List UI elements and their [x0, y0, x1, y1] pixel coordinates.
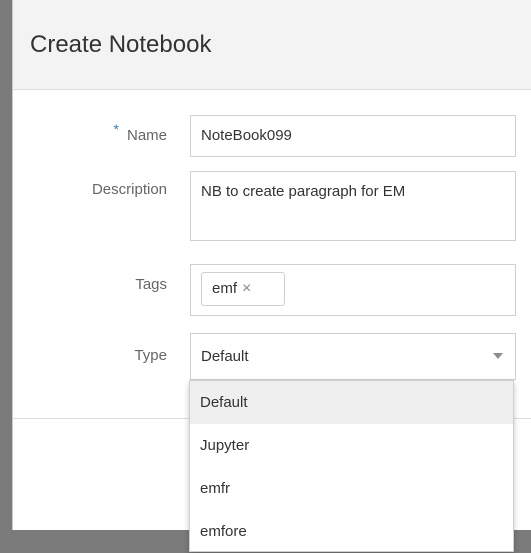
- name-label: Name: [126, 127, 167, 144]
- description-label: Description: [91, 181, 167, 198]
- tags-input[interactable]: emf ×: [190, 264, 516, 316]
- dialog-header: Create Notebook: [13, 0, 531, 90]
- name-input[interactable]: NoteBook099: [190, 115, 516, 157]
- type-label: Type: [134, 347, 167, 364]
- dropdown-option-default[interactable]: Default: [190, 381, 513, 424]
- tag-chip-label: emf: [212, 280, 238, 297]
- required-marker: *: [113, 121, 119, 137]
- name-label-group: * Name: [13, 121, 167, 144]
- dropdown-option-emfr[interactable]: emfr: [190, 467, 513, 510]
- tag-chip: emf ×: [201, 272, 285, 306]
- chevron-down-icon[interactable]: [493, 353, 503, 359]
- type-dropdown-menu: Default Jupyter emfr emfore: [189, 380, 514, 552]
- dropdown-option-jupyter[interactable]: Jupyter: [190, 424, 513, 467]
- description-textarea[interactable]: NB to create paragraph for EM: [190, 171, 516, 241]
- tags-label: Tags: [135, 276, 167, 293]
- dropdown-option-emfore[interactable]: emfore: [190, 510, 513, 553]
- type-select-value: Default: [201, 348, 249, 365]
- dialog-title: Create Notebook: [30, 30, 212, 58]
- remove-tag-icon[interactable]: ×: [242, 280, 251, 297]
- type-select[interactable]: Default: [190, 333, 516, 380]
